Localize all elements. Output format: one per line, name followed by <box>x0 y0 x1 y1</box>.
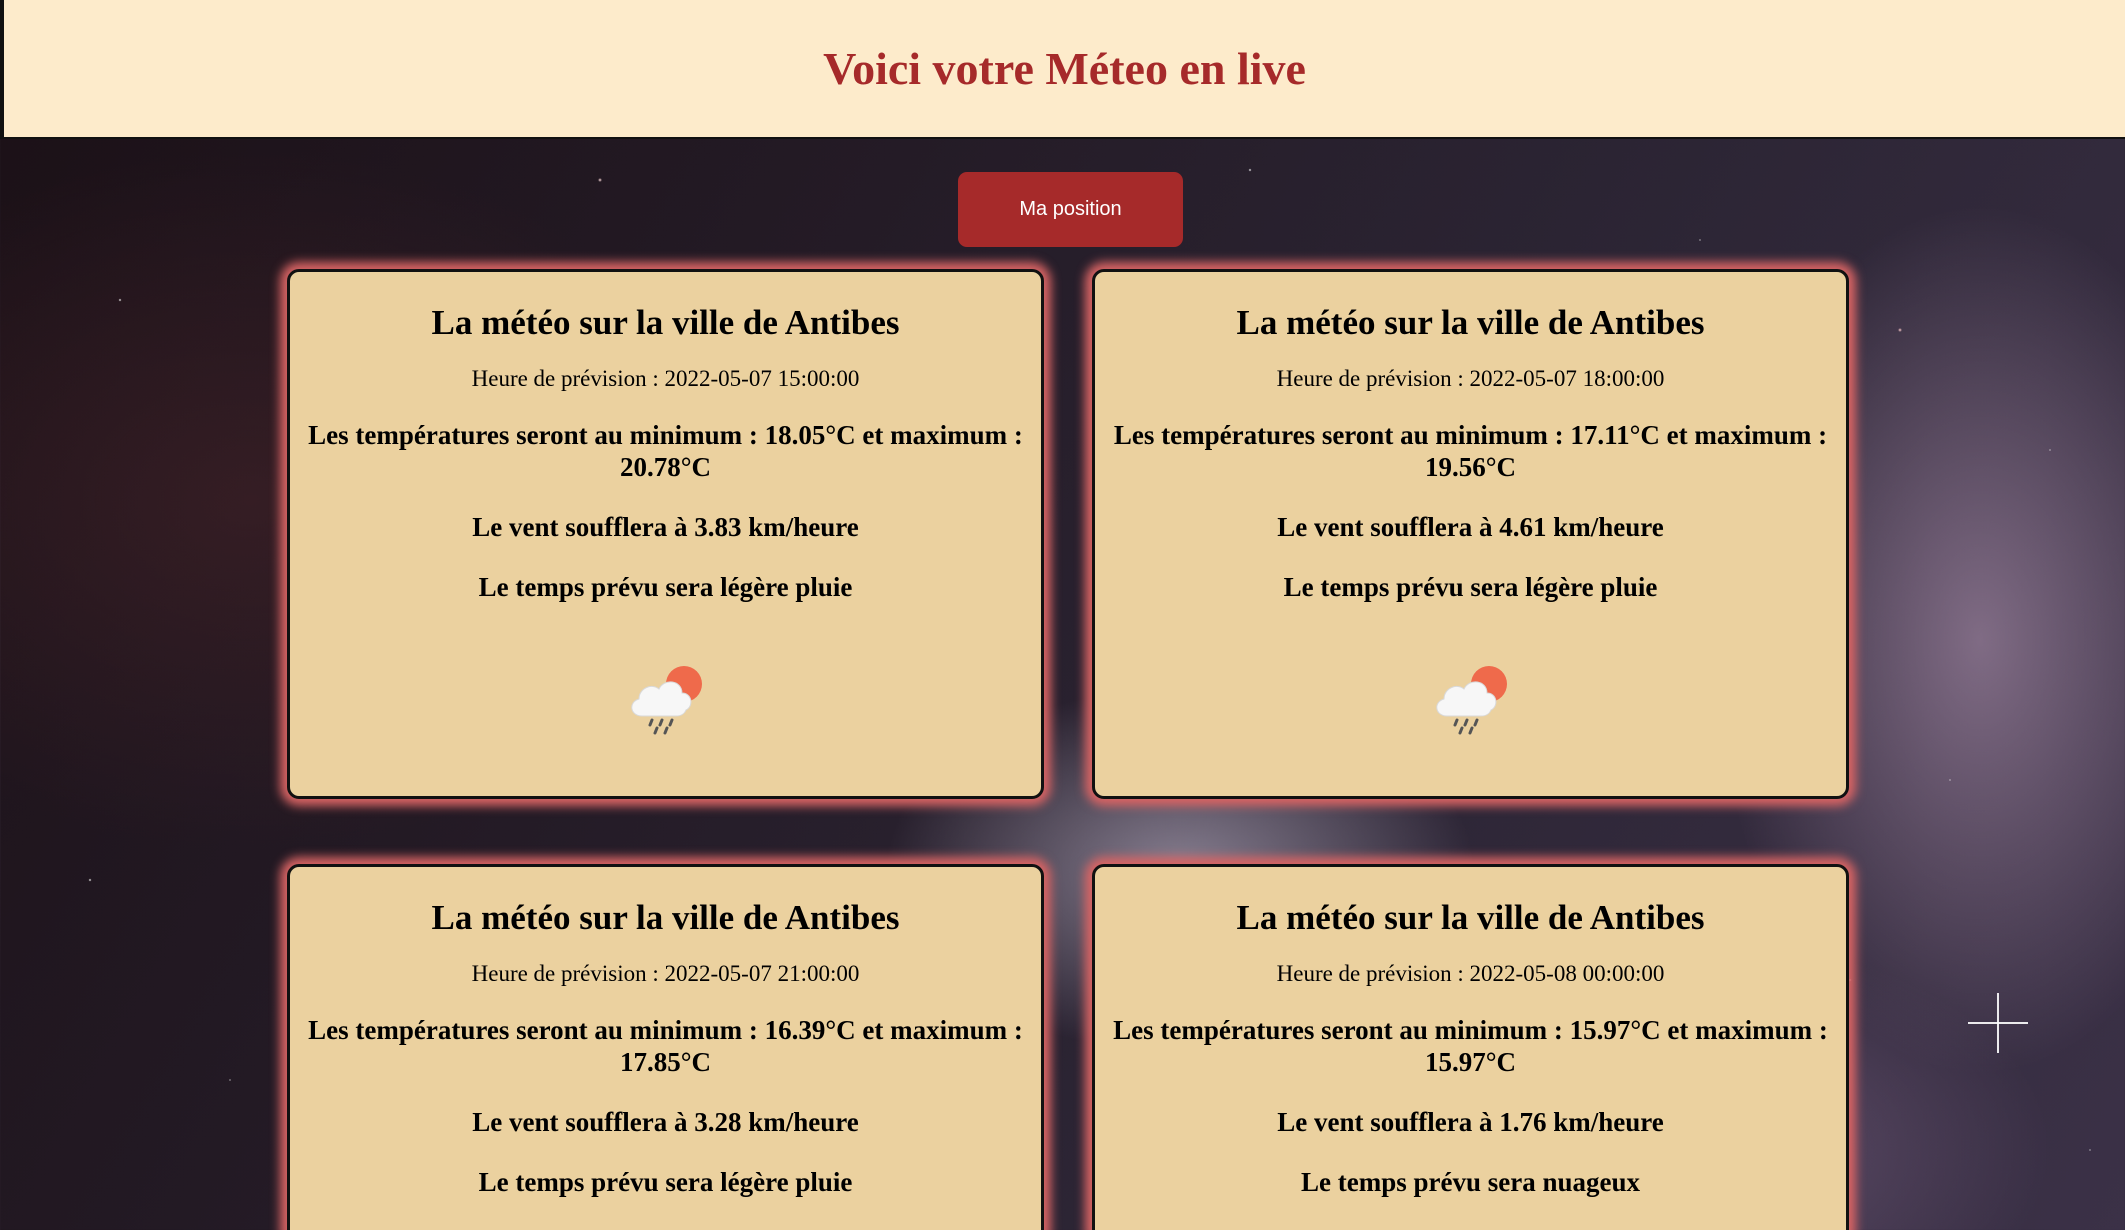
light-rain-cloud-sun-icon <box>630 666 702 735</box>
forecast-description: Le temps prévu sera légère pluie <box>478 572 853 602</box>
forecast-description: Le temps prévu sera légère pluie <box>1283 572 1658 602</box>
forecast-wind: Le vent soufflera à 4.61 km/heure <box>1277 512 1664 542</box>
forecast-temperature: Les températures seront au minimum : 17.… <box>1113 420 1828 482</box>
forecast-time: Heure de prévision : 2022-05-07 21:00:00 <box>471 961 860 986</box>
forecast-time: Heure de prévision : 2022-05-07 15:00:00 <box>471 366 860 391</box>
page-header: Voici votre Méteo en live <box>0 0 2125 139</box>
light-rain-cloud-sun-icon <box>1435 666 1507 735</box>
forecast-description: Le temps prévu sera légère pluie <box>478 1167 853 1197</box>
forecast-wind: Le vent soufflera à 3.28 km/heure <box>472 1107 859 1137</box>
my-position-button[interactable]: Ma position <box>958 172 1183 247</box>
forecast-card: La météo sur la ville de Antibes Heure d… <box>287 864 1044 1230</box>
forecast-description: Le temps prévu sera nuageux <box>1301 1167 1640 1197</box>
forecast-title: La météo sur la ville de Antibes <box>431 898 900 937</box>
forecast-wind: Le vent soufflera à 1.76 km/heure <box>1277 1107 1664 1137</box>
forecast-title: La météo sur la ville de Antibes <box>1236 303 1705 342</box>
forecast-card: La météo sur la ville de Antibes Heure d… <box>1092 864 1849 1230</box>
forecast-temperature: Les températures seront au minimum : 18.… <box>308 420 1023 482</box>
forecast-card: La météo sur la ville de Antibes Heure d… <box>1092 269 1849 799</box>
page-title: Voici votre Méteo en live <box>823 43 1306 94</box>
forecast-time: Heure de prévision : 2022-05-07 18:00:00 <box>1276 366 1665 391</box>
forecast-title: La météo sur la ville de Antibes <box>1236 898 1705 937</box>
forecast-title: La météo sur la ville de Antibes <box>431 303 900 342</box>
forecast-temperature: Les températures seront au minimum : 15.… <box>1113 1015 1828 1077</box>
forecast-time: Heure de prévision : 2022-05-08 00:00:00 <box>1276 961 1665 986</box>
forecast-card: La météo sur la ville de Antibes Heure d… <box>287 269 1044 799</box>
forecast-wind: Le vent soufflera à 3.83 km/heure <box>472 512 859 542</box>
forecast-temperature: Les températures seront au minimum : 16.… <box>308 1015 1023 1077</box>
star-sparkle <box>1968 993 2028 1053</box>
